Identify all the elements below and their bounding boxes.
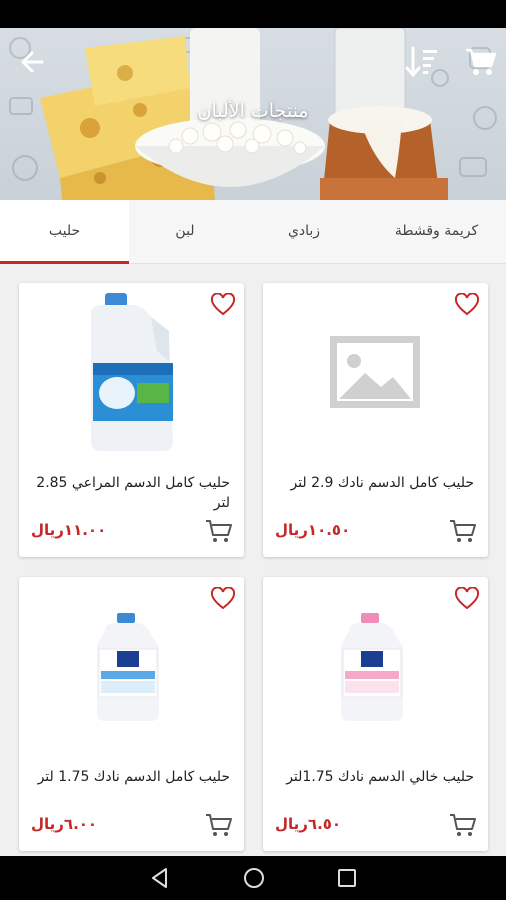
- milk-gallon-image: [91, 293, 173, 451]
- add-to-cart-icon[interactable]: [448, 517, 478, 545]
- milk-bottle-pink-image: [341, 613, 403, 721]
- product-name: حليب كامل الدسم المراعي 2.85 لتر: [36, 475, 230, 511]
- placeholder-image-icon: [330, 336, 420, 408]
- product-card[interactable]: حليب كامل الدسم المراعي 2.85 لتر ١١.٠٠ري…: [19, 283, 244, 557]
- product-name: حليب خالي الدسم نادك 1.75لتر: [286, 769, 474, 785]
- product-price: ١٠.٥٠ريال: [275, 521, 351, 539]
- nav-back-icon[interactable]: [146, 864, 174, 892]
- product-name: حليب كامل الدسم نادك 2.9 لتر: [290, 475, 474, 491]
- tab-yogurt[interactable]: زبادي: [241, 200, 367, 264]
- category-header: منتجات الألبان: [0, 28, 506, 200]
- product-card[interactable]: حليب خالي الدسم نادك 1.75لتر ٦.٥٠ريال: [263, 577, 488, 851]
- tab-milk[interactable]: حليب: [0, 200, 129, 264]
- sort-icon: [405, 46, 437, 78]
- nav-home-icon[interactable]: [240, 864, 268, 892]
- add-to-cart-icon[interactable]: [204, 517, 234, 545]
- cart-icon: [466, 48, 497, 75]
- android-navigation-bar: [0, 856, 506, 900]
- product-card[interactable]: حليب كامل الدسم نادك 2.9 لتر ١٠.٥٠ريال: [263, 283, 488, 557]
- page-title: منتجات الألبان: [197, 100, 309, 122]
- back-button[interactable]: [14, 46, 54, 78]
- tab-cream[interactable]: كريمة وقشطة: [367, 200, 506, 264]
- product-price: ٦.٥٠ريال: [275, 815, 342, 833]
- sort-button[interactable]: [402, 44, 442, 80]
- category-tabs: حليب لبن زبادي كريمة وقشطة: [0, 200, 506, 264]
- status-bar: [0, 0, 506, 28]
- arrow-back-icon: [21, 51, 44, 73]
- nav-recents-icon[interactable]: [333, 864, 361, 892]
- add-to-cart-icon[interactable]: [448, 811, 478, 839]
- product-price: ١١.٠٠ريال: [31, 521, 107, 539]
- product-card[interactable]: حليب كامل الدسم نادك 1.75 لتر ٦.٠٠ريال: [19, 577, 244, 851]
- product-price: ٦.٠٠ريال: [31, 815, 98, 833]
- product-name: حليب كامل الدسم نادك 1.75 لتر: [37, 769, 230, 785]
- milk-bottle-blue-image: [97, 613, 159, 721]
- add-to-cart-icon[interactable]: [204, 811, 234, 839]
- tab-laban[interactable]: لبن: [129, 200, 241, 264]
- cart-button[interactable]: [460, 44, 500, 80]
